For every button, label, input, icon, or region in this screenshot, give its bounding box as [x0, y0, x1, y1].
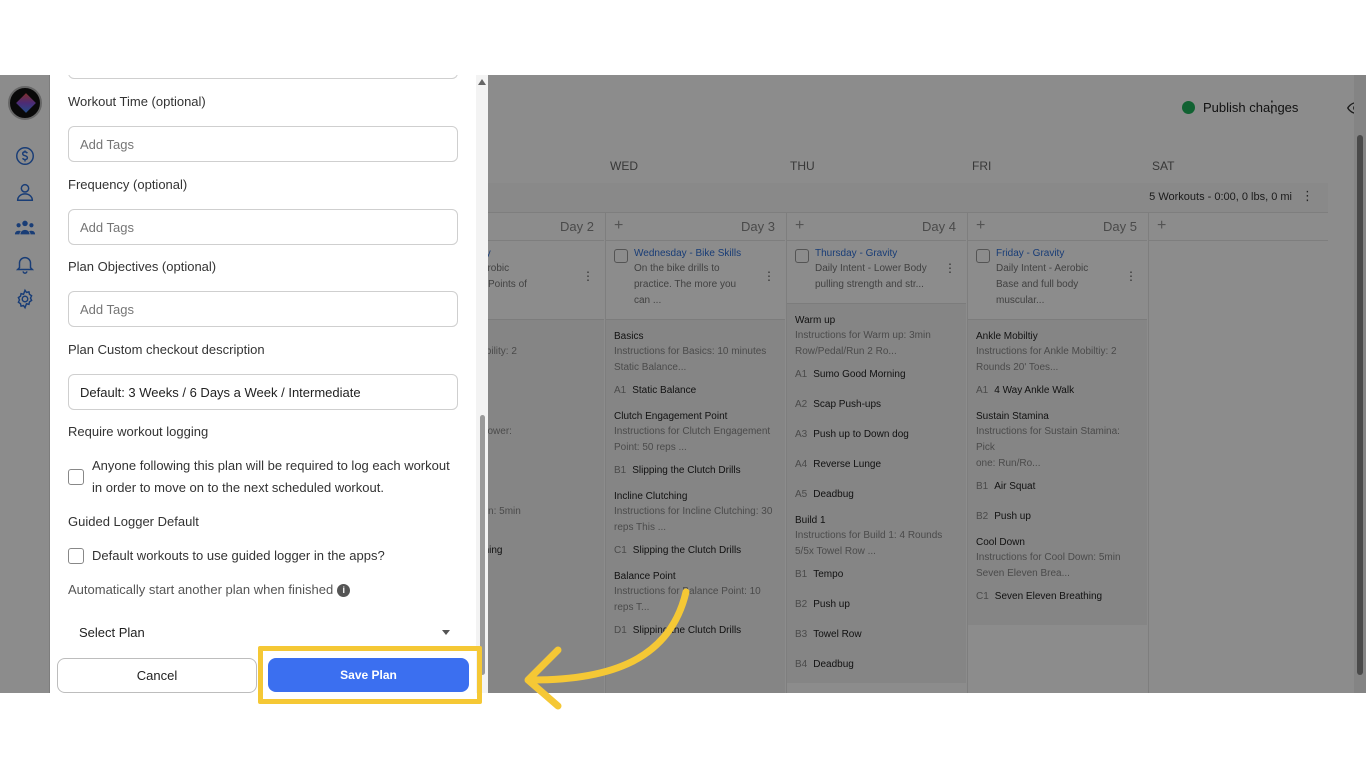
checkout-desc-label: Plan Custom checkout description [68, 342, 265, 357]
auto-start-label: Automatically start another plan when fi… [68, 582, 334, 597]
panel-scrollbar-thumb[interactable] [480, 415, 485, 675]
panel-scrollbar[interactable] [476, 75, 488, 693]
require-logging-checkbox[interactable] [68, 469, 84, 485]
workout-time-tags-input[interactable] [68, 126, 458, 162]
frequency-label: Frequency (optional) [68, 177, 188, 192]
cancel-button[interactable]: Cancel [57, 658, 257, 693]
scroll-up-icon[interactable] [478, 79, 486, 85]
workout-time-label: Workout Time (optional) [68, 94, 206, 109]
previous-field-edge [68, 75, 458, 79]
plan-settings-panel: Workout Time (optional) Frequency (optio… [50, 75, 488, 693]
require-logging-label: Require workout logging [68, 424, 209, 439]
require-logging-text: Anyone following this plan will be requi… [92, 458, 450, 495]
guided-logger-text: Default workouts to use guided logger in… [92, 548, 385, 563]
save-plan-highlight [258, 646, 482, 704]
select-plan-value: Select Plan [79, 625, 145, 640]
guided-logger-checkbox[interactable] [68, 548, 84, 564]
frequency-tags-input[interactable] [68, 209, 458, 245]
chevron-down-icon [442, 630, 450, 635]
objectives-tags-input[interactable] [68, 291, 458, 327]
info-icon[interactable]: i [337, 584, 351, 598]
curved-arrow-icon [524, 588, 690, 710]
checkout-desc-input[interactable] [68, 374, 458, 410]
objectives-label: Plan Objectives (optional) [68, 259, 217, 274]
guided-logger-label: Guided Logger Default [68, 514, 199, 529]
auto-start-label-row: Automatically start another plan when fi… [68, 582, 351, 598]
